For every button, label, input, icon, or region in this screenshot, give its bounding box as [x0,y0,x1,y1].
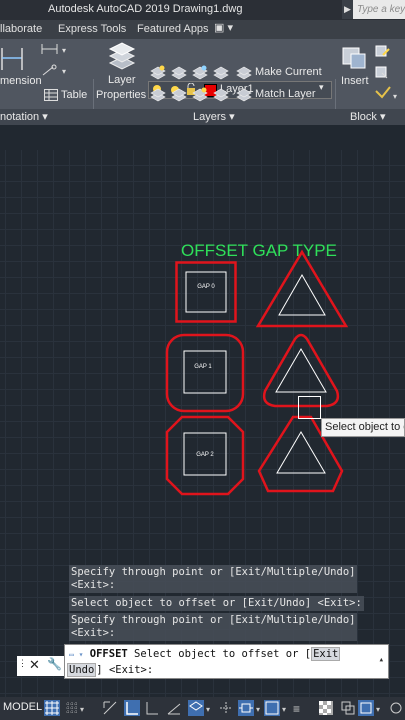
svg-text:≡: ≡ [293,702,300,716]
annotation-scale-icon[interactable]: ≡ [292,700,308,716]
svg-text:▾: ▾ [282,705,286,714]
object-snap-icon[interactable] [238,700,254,716]
original-triangle-gap2[interactable] [276,431,326,474]
model-space-toggle[interactable]: MODEL [3,701,42,713]
dynamic-ucs-icon[interactable] [358,700,374,716]
svg-text:▾: ▾ [376,705,380,714]
command-line-input[interactable]: ▭ ▾ OFFSET Select object to offset or [E… [64,644,389,679]
original-square-gap0[interactable] [185,271,227,313]
gap2-label: GAP 2 [196,452,214,458]
command-history-line: Select object to offset or [Exit/Undo] <… [69,596,364,611]
lineweight-icon[interactable] [264,700,280,716]
original-triangle-gap1[interactable] [275,348,327,393]
object-snap-tracking-icon[interactable] [218,700,234,716]
offset-square-gap1[interactable] [165,333,245,413]
drawing-layer[interactable]: OFFSET GAP TYPE GAP 0 GAP 1 GAP 2 [0,0,405,720]
ortho-icon[interactable] [124,700,140,716]
svg-text:▾: ▾ [256,705,260,714]
gap0-label: GAP 0 [197,284,215,290]
close-icon[interactable]: ✕ [29,657,40,673]
offset-square-gap0[interactable] [175,261,237,323]
cursor-tooltip: Select object to o [321,418,405,437]
grid-icon[interactable] [44,700,60,716]
active-command: OFFSET [89,648,128,660]
original-square-gap1[interactable] [183,350,227,394]
svg-text:▾: ▾ [80,705,84,714]
snap-menu-icon[interactable]: ▾ [80,700,96,716]
gizmo-icon[interactable] [388,700,404,716]
polar-icon[interactable] [144,700,160,716]
transparency-icon[interactable] [318,700,334,716]
option-exit[interactable]: Exit [311,647,341,661]
history-chevron-icon[interactable]: ▴ [379,655,384,665]
command-prompt: Select object to offset or [ [134,648,312,660]
infer-constraints-icon[interactable] [102,700,118,716]
grip-icon[interactable]: ⋮ [18,658,27,669]
option-undo[interactable]: Undo [67,663,97,677]
gap1-label: GAP 1 [194,364,212,370]
snap-icon[interactable] [64,700,80,716]
command-history-line: Specify through point or [Exit/Multiple/… [69,565,358,593]
pickbox-cursor [298,396,321,419]
command-line-controls: ⋮ ✕ 🔧 [17,656,64,676]
customize-wrench-icon[interactable]: 🔧 [47,657,62,671]
svg-text:▾: ▾ [206,705,210,714]
polar-tracking-icon[interactable] [166,700,182,716]
command-history-line: Specify through point or [Exit/Multiple/… [69,613,358,641]
drawing-title: OFFSET GAP TYPE [181,241,337,260]
isodraft-icon[interactable] [188,700,204,716]
offset-triangle-gap1[interactable] [262,333,340,408]
command-default: <Exit>: [108,664,154,676]
command-prompt-icon: ▭ ▾ [69,650,84,659]
selection-cycling-icon[interactable] [340,700,356,716]
